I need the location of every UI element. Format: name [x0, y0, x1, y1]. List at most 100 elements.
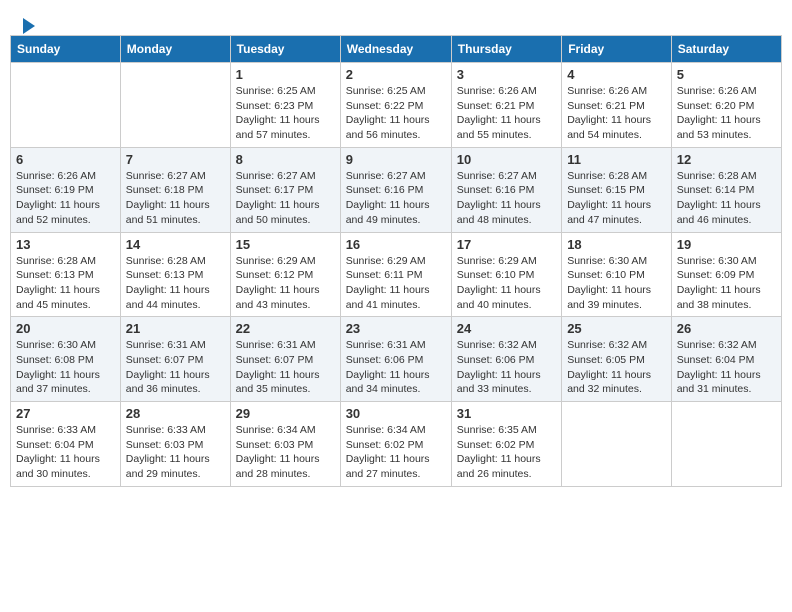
calendar-week-5: 27Sunrise: 6:33 AM Sunset: 6:04 PM Dayli…: [11, 402, 782, 487]
day-info: Sunrise: 6:30 AM Sunset: 6:08 PM Dayligh…: [16, 338, 115, 397]
calendar-cell: 13 Sunrise: 6:28 AM Sunset: 6:13 PM Dayli…: [11, 232, 121, 317]
day-info: Sunrise: 6:32 AM Sunset: 6:04 PM Dayligh…: [677, 338, 776, 397]
day-info: Sunrise: 6:26 AM Sunset: 6:19 PM Dayligh…: [16, 169, 115, 228]
calendar-cell: 16Sunrise: 6:29 AM Sunset: 6:11 PM Dayli…: [340, 232, 451, 317]
day-number: 14: [126, 237, 225, 252]
calendar-header: SundayMondayTuesdayWednesdayThursdayFrid…: [11, 36, 782, 63]
calendar-cell: 17 Sunrise: 6:29 AM Sunset: 6:10 PM Dayli…: [451, 232, 561, 317]
day-info: Sunrise: 6:28 AM Sunset: 6:13 PM Dayligh…: [126, 254, 225, 313]
logo-arrow-icon: [23, 18, 35, 34]
logo: [20, 20, 35, 30]
day-number: 10: [457, 152, 556, 167]
day-number: 5: [677, 67, 776, 82]
day-number: 15: [236, 237, 335, 252]
day-info: Sunrise: 6:33 AM Sunset: 6:03 PM Dayligh…: [126, 423, 225, 482]
day-info: Sunrise: 6:31 AM Sunset: 6:07 PM Dayligh…: [126, 338, 225, 397]
calendar-cell: [562, 402, 672, 487]
header-wednesday: Wednesday: [340, 36, 451, 63]
calendar-week-1: 1 Sunrise: 6:25 AM Sunset: 6:23 PM Daylig…: [11, 63, 782, 148]
day-info: Sunrise: 6:31 AM Sunset: 6:07 PM Dayligh…: [236, 338, 335, 397]
day-number: 19: [677, 237, 776, 252]
calendar-cell: 8 Sunrise: 6:27 AM Sunset: 6:17 PM Daylig…: [230, 147, 340, 232]
day-number: 24: [457, 321, 556, 336]
day-info: Sunrise: 6:25 AM Sunset: 6:22 PM Dayligh…: [346, 84, 446, 143]
day-info: Sunrise: 6:27 AM Sunset: 6:16 PM Dayligh…: [457, 169, 556, 228]
calendar-cell: 23 Sunrise: 6:31 AM Sunset: 6:06 PM Dayli…: [340, 317, 451, 402]
day-number: 11: [567, 152, 666, 167]
calendar-cell: 3 Sunrise: 6:26 AM Sunset: 6:21 PM Daylig…: [451, 63, 561, 148]
day-info: Sunrise: 6:32 AM Sunset: 6:05 PM Dayligh…: [567, 338, 666, 397]
day-info: Sunrise: 6:25 AM Sunset: 6:23 PM Dayligh…: [236, 84, 335, 143]
calendar-cell: 15 Sunrise: 6:29 AM Sunset: 6:12 PM Dayli…: [230, 232, 340, 317]
day-number: 29: [236, 406, 335, 421]
page-header: [10, 10, 782, 35]
day-info: Sunrise: 6:26 AM Sunset: 6:21 PM Dayligh…: [457, 84, 556, 143]
day-number: 2: [346, 67, 446, 82]
day-info: Sunrise: 6:29 AM Sunset: 6:10 PM Dayligh…: [457, 254, 556, 313]
day-number: 23: [346, 321, 446, 336]
header-thursday: Thursday: [451, 36, 561, 63]
header-sunday: Sunday: [11, 36, 121, 63]
day-info: Sunrise: 6:34 AM Sunset: 6:03 PM Dayligh…: [236, 423, 335, 482]
calendar-cell: 29 Sunrise: 6:34 AM Sunset: 6:03 PM Dayli…: [230, 402, 340, 487]
calendar-cell: 5 Sunrise: 6:26 AM Sunset: 6:20 PM Daylig…: [671, 63, 781, 148]
day-number: 12: [677, 152, 776, 167]
day-number: 21: [126, 321, 225, 336]
calendar-cell: 2 Sunrise: 6:25 AM Sunset: 6:22 PM Daylig…: [340, 63, 451, 148]
day-info: Sunrise: 6:31 AM Sunset: 6:06 PM Dayligh…: [346, 338, 446, 397]
calendar-cell: [11, 63, 121, 148]
day-info: Sunrise: 6:34 AM Sunset: 6:02 PM Dayligh…: [346, 423, 446, 482]
day-info: Sunrise: 6:27 AM Sunset: 6:18 PM Dayligh…: [126, 169, 225, 228]
day-number: 1: [236, 67, 335, 82]
calendar-cell: 14 Sunrise: 6:28 AM Sunset: 6:13 PM Dayli…: [120, 232, 230, 317]
calendar-cell: [120, 63, 230, 148]
day-info: Sunrise: 6:28 AM Sunset: 6:13 PM Dayligh…: [16, 254, 115, 313]
day-info: Sunrise: 6:26 AM Sunset: 6:21 PM Dayligh…: [567, 84, 666, 143]
calendar-table: SundayMondayTuesdayWednesdayThursdayFrid…: [10, 35, 782, 487]
calendar-cell: 18 Sunrise: 6:30 AM Sunset: 6:10 PM Dayli…: [562, 232, 672, 317]
day-number: 31: [457, 406, 556, 421]
calendar-cell: 20 Sunrise: 6:30 AM Sunset: 6:08 PM Dayli…: [11, 317, 121, 402]
header-tuesday: Tuesday: [230, 36, 340, 63]
calendar-cell: 7Sunrise: 6:27 AM Sunset: 6:18 PM Daylig…: [120, 147, 230, 232]
day-info: Sunrise: 6:30 AM Sunset: 6:09 PM Dayligh…: [677, 254, 776, 313]
calendar-cell: 12 Sunrise: 6:28 AM Sunset: 6:14 PM Dayli…: [671, 147, 781, 232]
day-info: Sunrise: 6:29 AM Sunset: 6:12 PM Dayligh…: [236, 254, 335, 313]
day-info: Sunrise: 6:28 AM Sunset: 6:14 PM Dayligh…: [677, 169, 776, 228]
header-monday: Monday: [120, 36, 230, 63]
calendar-cell: 6 Sunrise: 6:26 AM Sunset: 6:19 PM Daylig…: [11, 147, 121, 232]
calendar-cell: 10 Sunrise: 6:27 AM Sunset: 6:16 PM Dayli…: [451, 147, 561, 232]
day-number: 3: [457, 67, 556, 82]
calendar-cell: 31 Sunrise: 6:35 AM Sunset: 6:02 PM Dayli…: [451, 402, 561, 487]
day-info: Sunrise: 6:33 AM Sunset: 6:04 PM Dayligh…: [16, 423, 115, 482]
day-info: Sunrise: 6:32 AM Sunset: 6:06 PM Dayligh…: [457, 338, 556, 397]
calendar-week-4: 20 Sunrise: 6:30 AM Sunset: 6:08 PM Dayli…: [11, 317, 782, 402]
day-number: 4: [567, 67, 666, 82]
day-number: 8: [236, 152, 335, 167]
day-info: Sunrise: 6:26 AM Sunset: 6:20 PM Dayligh…: [677, 84, 776, 143]
day-info: Sunrise: 6:29 AM Sunset: 6:11 PM Dayligh…: [346, 254, 446, 313]
day-number: 6: [16, 152, 115, 167]
day-number: 26: [677, 321, 776, 336]
day-info: Sunrise: 6:27 AM Sunset: 6:17 PM Dayligh…: [236, 169, 335, 228]
day-info: Sunrise: 6:27 AM Sunset: 6:16 PM Dayligh…: [346, 169, 446, 228]
calendar-cell: 25 Sunrise: 6:32 AM Sunset: 6:05 PM Dayli…: [562, 317, 672, 402]
calendar-week-2: 6 Sunrise: 6:26 AM Sunset: 6:19 PM Daylig…: [11, 147, 782, 232]
calendar-cell: 11Sunrise: 6:28 AM Sunset: 6:15 PM Dayli…: [562, 147, 672, 232]
calendar-cell: 9Sunrise: 6:27 AM Sunset: 6:16 PM Daylig…: [340, 147, 451, 232]
header-saturday: Saturday: [671, 36, 781, 63]
day-number: 18: [567, 237, 666, 252]
day-number: 20: [16, 321, 115, 336]
calendar-week-3: 13 Sunrise: 6:28 AM Sunset: 6:13 PM Dayli…: [11, 232, 782, 317]
calendar-cell: 19 Sunrise: 6:30 AM Sunset: 6:09 PM Dayli…: [671, 232, 781, 317]
calendar-cell: 26 Sunrise: 6:32 AM Sunset: 6:04 PM Dayli…: [671, 317, 781, 402]
day-number: 25: [567, 321, 666, 336]
day-info: Sunrise: 6:30 AM Sunset: 6:10 PM Dayligh…: [567, 254, 666, 313]
calendar-cell: 4 Sunrise: 6:26 AM Sunset: 6:21 PM Daylig…: [562, 63, 672, 148]
calendar-cell: 21 Sunrise: 6:31 AM Sunset: 6:07 PM Dayli…: [120, 317, 230, 402]
day-info: Sunrise: 6:35 AM Sunset: 6:02 PM Dayligh…: [457, 423, 556, 482]
calendar-cell: 28Sunrise: 6:33 AM Sunset: 6:03 PM Dayli…: [120, 402, 230, 487]
day-number: 13: [16, 237, 115, 252]
day-number: 30: [346, 406, 446, 421]
day-number: 17: [457, 237, 556, 252]
